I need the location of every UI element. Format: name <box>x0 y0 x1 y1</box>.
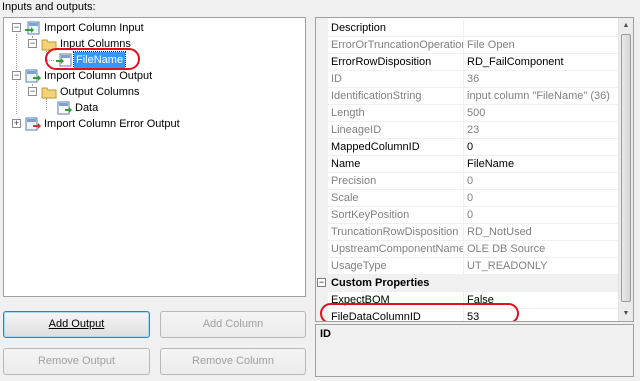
expand-icon[interactable]: + <box>12 119 21 128</box>
description-panel: ID <box>315 324 634 377</box>
property-name: UpstreamComponentName <box>328 241 464 258</box>
property-row[interactable]: UpstreamComponentName OLE DB Source <box>316 241 619 258</box>
property-value: 0 <box>464 173 619 190</box>
property-row[interactable]: Scale 0 <box>316 190 619 207</box>
property-value[interactable]: False <box>464 292 619 309</box>
property-name: MappedColumnID <box>328 139 464 156</box>
property-value: OLE DB Source <box>464 241 619 258</box>
property-name: Description <box>328 20 464 37</box>
property-name: Scale <box>328 190 464 207</box>
property-grid[interactable]: Description ErrorOrTruncationOperation Fil… <box>315 17 634 322</box>
property-row[interactable]: Name FileName <box>316 156 619 173</box>
tree-label: Data <box>75 102 99 114</box>
output-node-icon <box>25 69 41 83</box>
tree-item-filename[interactable]: FileName <box>4 51 204 69</box>
property-row[interactable]: ID 36 <box>316 71 619 88</box>
property-value: 500 <box>464 105 619 122</box>
property-name: LineageID <box>328 122 464 139</box>
inputs-outputs-tree[interactable]: − Import Column Input − Input Columns Fi… <box>3 17 306 297</box>
property-name: UsageType <box>328 258 464 275</box>
property-name: Precision <box>328 173 464 190</box>
column-icon <box>56 53 72 67</box>
property-name: Name <box>328 156 464 173</box>
property-value[interactable]: 0 <box>464 139 619 156</box>
property-name: Length <box>328 105 464 122</box>
folder-icon <box>41 85 57 99</box>
property-name: ID <box>328 71 464 88</box>
property-row[interactable]: FileDataColumnID 53 <box>316 309 619 321</box>
property-value: RD_NotUsed <box>464 224 619 241</box>
tree-label: Input Columns <box>60 38 131 50</box>
category-custom-properties[interactable]: − Custom Properties <box>316 275 619 292</box>
property-value: 0 <box>464 207 619 224</box>
property-name: TruncationRowDisposition <box>328 224 464 241</box>
property-value: 36 <box>464 71 619 88</box>
property-name: SortKeyPosition <box>328 207 464 224</box>
tree-item-import-column-output[interactable]: − Import Column Output <box>4 68 204 84</box>
add-column-button[interactable]: Add Column <box>160 311 306 338</box>
category-label: Custom Properties <box>331 277 430 289</box>
property-row[interactable]: LineageID 23 <box>316 122 619 139</box>
property-value: 0 <box>464 190 619 207</box>
property-row[interactable]: ErrorOrTruncationOperation File Open <box>316 37 619 54</box>
remove-column-button[interactable]: Remove Column <box>160 348 306 375</box>
scroll-up-icon[interactable]: ▲ <box>619 18 633 33</box>
tree-label-selected: FileName <box>72 51 127 69</box>
scroll-down-icon[interactable]: ▼ <box>619 306 633 321</box>
property-row[interactable]: ErrorRowDisposition RD_FailComponent <box>316 54 619 71</box>
property-value: File Open <box>464 37 619 54</box>
property-value: UT_READONLY <box>464 258 619 275</box>
error-output-node-icon <box>25 117 41 131</box>
property-value: 23 <box>464 122 619 139</box>
tree-label: Output Columns <box>60 86 140 98</box>
property-row[interactable]: UsageType UT_READONLY <box>316 258 619 275</box>
property-row[interactable]: TruncationRowDisposition RD_NotUsed <box>316 224 619 241</box>
property-row[interactable]: IdentificationString input column "FileNa… <box>316 88 619 105</box>
property-row[interactable]: ExpectBOM False <box>316 292 619 309</box>
tree-item-output-columns[interactable]: − Output Columns <box>4 84 204 100</box>
remove-output-button[interactable]: Remove Output <box>3 348 150 375</box>
property-value[interactable]: FileName <box>464 156 619 173</box>
collapse-icon[interactable]: − <box>28 39 37 48</box>
property-value[interactable]: 53 <box>464 309 619 321</box>
property-row[interactable]: MappedColumnID 0 <box>316 139 619 156</box>
add-output-label: Add Output <box>48 318 105 330</box>
tree-item-import-column-input[interactable]: − Import Column Input <box>4 20 204 36</box>
tree-item-data[interactable]: Data <box>4 100 204 116</box>
property-row[interactable]: Description <box>316 20 619 37</box>
property-name: ExpectBOM <box>328 292 464 309</box>
tree-label: Import Column Input <box>44 22 144 34</box>
column-icon <box>56 101 72 115</box>
description-title: ID <box>320 328 331 340</box>
property-row[interactable]: Length 500 <box>316 105 619 122</box>
add-output-button[interactable]: Add Output <box>3 311 150 338</box>
tree-item-input-columns[interactable]: − Input Columns <box>4 36 204 52</box>
property-value: input column "FileName" (36) <box>464 88 619 105</box>
property-row[interactable]: SortKeyPosition 0 <box>316 207 619 224</box>
folder-icon <box>41 37 57 51</box>
collapse-icon[interactable]: − <box>28 87 37 96</box>
property-grid-scrollbar[interactable]: ▲ ▼ <box>618 18 633 321</box>
property-value[interactable]: RD_FailComponent <box>464 54 619 71</box>
input-node-icon <box>25 21 41 35</box>
collapse-icon[interactable]: − <box>12 71 21 80</box>
collapse-icon[interactable]: − <box>317 278 326 287</box>
property-name: FileDataColumnID <box>328 309 464 321</box>
property-name: ErrorOrTruncationOperation <box>328 37 464 54</box>
scrollbar-thumb[interactable] <box>621 34 631 302</box>
tree-label: Import Column Output <box>44 70 153 82</box>
tree-label: Import Column Error Output <box>44 118 180 130</box>
property-name: IdentificationString <box>328 88 464 105</box>
inputs-outputs-label: Inputs and outputs: <box>2 1 96 13</box>
property-row[interactable]: Precision 0 <box>316 173 619 190</box>
property-name: ErrorRowDisposition <box>328 54 464 71</box>
tree-item-import-column-error-output[interactable]: + Import Column Error Output <box>4 116 224 132</box>
property-value[interactable] <box>464 20 619 37</box>
collapse-icon[interactable]: − <box>12 23 21 32</box>
